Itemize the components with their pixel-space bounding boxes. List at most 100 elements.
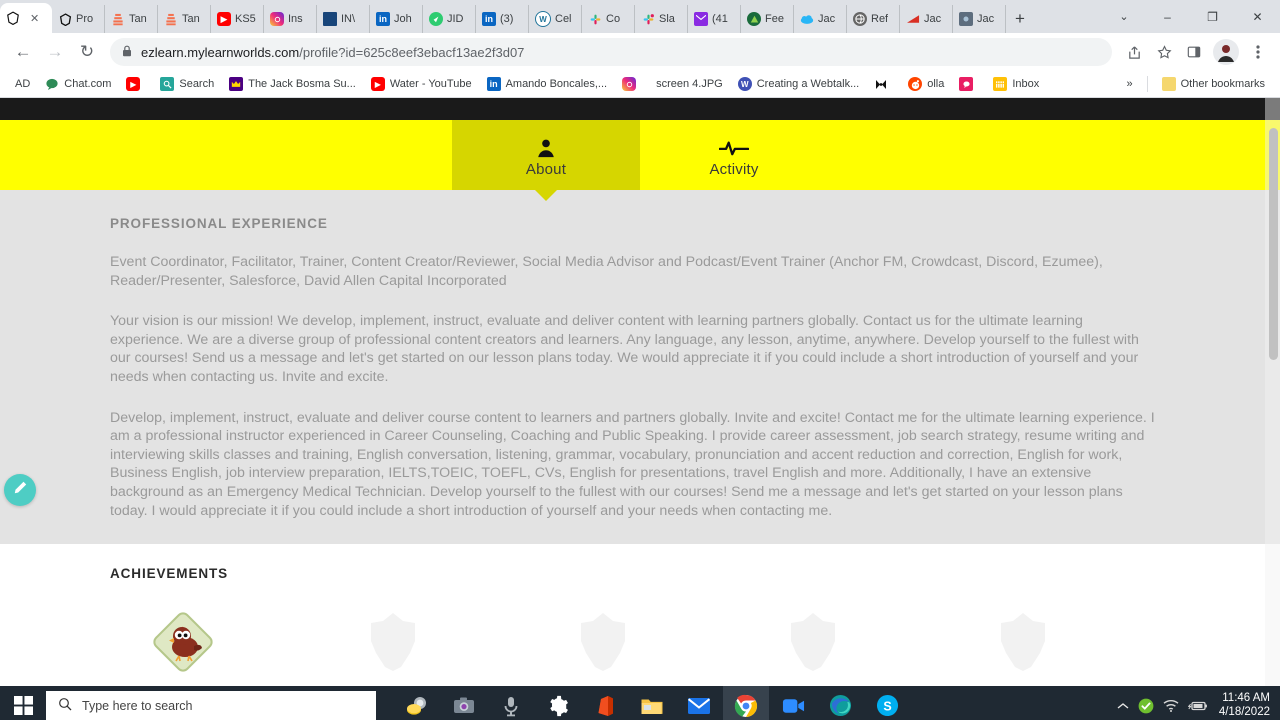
address-bar[interactable]: ezlearn.mylearnworlds.com/profile?id=625… — [110, 38, 1112, 66]
close-icon[interactable]: ✕ — [30, 12, 39, 25]
bookmark-message[interactable] — [953, 75, 984, 93]
browser-tab-1[interactable]: Pro — [52, 5, 105, 33]
bookmarks-overflow-button[interactable]: » — [1121, 76, 1139, 92]
profile-avatar-icon[interactable] — [1213, 39, 1239, 65]
file-explorer-icon[interactable] — [629, 686, 675, 720]
browser-tab-16[interactable]: Ref — [847, 5, 900, 33]
browser-tab-17[interactable]: Jac — [900, 5, 953, 33]
camera-icon[interactable] — [441, 686, 487, 720]
settings-gear-icon[interactable] — [535, 686, 581, 720]
wifi-icon[interactable] — [1163, 699, 1179, 712]
browser-tab-15[interactable]: Jac — [794, 5, 847, 33]
tab-title: Jac — [977, 13, 995, 25]
taskbar-clock[interactable]: 11:46 AM 4/18/2022 — [1219, 692, 1270, 719]
edge-icon[interactable] — [817, 686, 863, 720]
bookmark-bow[interactable] — [868, 75, 899, 93]
browser-tab-14[interactable]: Fee — [741, 5, 794, 33]
other-bookmarks-label: Other bookmarks — [1180, 78, 1265, 90]
browser-tab-6[interactable]: IN\ — [317, 5, 370, 33]
taskbar-search-input[interactable]: Type here to search — [46, 690, 376, 720]
three-dot-menu-icon[interactable] — [1244, 38, 1272, 66]
bookmark-inbox[interactable]: Inbox — [987, 75, 1045, 93]
skype-icon[interactable]: S — [864, 686, 910, 720]
bookmark-star-icon[interactable] — [1150, 38, 1178, 66]
bookmarks-bar: AD Chat.com ▶ Search The Jack Bosma Su..… — [0, 71, 1280, 98]
about-section: PROFESSIONAL EXPERIENCE Event Coordinato… — [0, 190, 1280, 545]
tab-title: Co — [606, 13, 621, 25]
bookmark-screen4[interactable]: screen 4.JPG — [650, 76, 729, 92]
lock-icon — [122, 45, 132, 60]
browser-tab-5[interactable]: Ins — [264, 5, 317, 33]
tab-title: Joh — [394, 13, 412, 25]
window-maximize-button[interactable]: ❐ — [1190, 0, 1235, 33]
slack-icon — [588, 12, 602, 26]
bookmark-instagram[interactable] — [616, 75, 647, 93]
browser-tab-4[interactable]: ▶ KS5 — [211, 5, 264, 33]
bookmark-webtalk[interactable]: W Creating a Webtalk... — [732, 75, 866, 93]
instagram-icon — [622, 77, 637, 91]
chevron-up-icon[interactable] — [1117, 702, 1129, 710]
about-paragraph-1: Event Coordinator, Facilitator, Trainer,… — [110, 254, 1103, 289]
reload-icon[interactable]: ↻ — [72, 37, 102, 67]
browser-tab-9[interactable]: in (3) — [476, 5, 529, 33]
browser-tab-7[interactable]: in Joh — [370, 5, 423, 33]
tab-title: Ins — [288, 13, 303, 25]
locked-badge-1 — [358, 607, 428, 677]
tab-activity[interactable]: Activity — [640, 120, 828, 190]
page-scrollbar[interactable] — [1265, 98, 1280, 686]
linkedin-icon: in — [482, 12, 496, 26]
browser-tab-active[interactable]: ✕ — [0, 3, 52, 33]
browser-tab-8[interactable]: JID — [423, 5, 476, 33]
chrome-icon[interactable] — [723, 686, 769, 720]
bookmark-amando-boncales[interactable]: in Amando Boncales,... — [481, 75, 614, 93]
bookmark-jack-bosma[interactable]: The Jack Bosma Su... — [223, 75, 362, 93]
locked-badge-2 — [568, 607, 638, 677]
tab-search-chevron-down-icon[interactable]: ⌄ — [1103, 0, 1145, 33]
bookmark-label: olla — [927, 78, 945, 90]
browser-tab-13[interactable]: (41 — [688, 5, 741, 33]
bookmark-chat[interactable]: Chat.com — [39, 75, 117, 93]
bookmark-label: Amando Boncales,... — [505, 78, 608, 90]
antivirus-shield-icon[interactable] — [1138, 698, 1154, 714]
office-icon[interactable] — [582, 686, 628, 720]
browser-tab-18[interactable]: Jac — [953, 5, 1006, 33]
back-icon[interactable]: ← — [8, 37, 38, 67]
bookmark-ad[interactable]: AD — [9, 76, 36, 92]
microphone-icon[interactable] — [488, 686, 534, 720]
forward-icon[interactable]: → — [40, 37, 70, 67]
window-close-button[interactable]: ✕ — [1235, 0, 1280, 33]
webtalk-icon: W — [737, 77, 752, 91]
tab-title: Pro — [76, 13, 94, 25]
other-bookmarks-button[interactable]: Other bookmarks — [1156, 75, 1271, 93]
browser-tab-2[interactable]: Tan — [105, 5, 158, 33]
early-bird-badge[interactable] — [148, 607, 218, 677]
bookmark-search[interactable]: Search — [154, 75, 220, 93]
toolbar-icons — [1120, 38, 1272, 66]
zoom-icon[interactable] — [770, 686, 816, 720]
page-top-black-bar — [0, 98, 1280, 120]
bookmark-water-youtube[interactable]: ▶ Water - YouTube — [365, 75, 478, 93]
new-tab-button[interactable]: + — [1006, 5, 1034, 33]
bookmark-olla[interactable]: olla — [902, 75, 950, 93]
about-paragraph-3: Develop, implement, instruct, evaluate a… — [110, 409, 1155, 519]
browser-tab-10[interactable]: W Cel — [529, 5, 582, 33]
tab-label: About — [525, 160, 567, 178]
window-minimize-button[interactable]: – — [1145, 0, 1190, 33]
windows-start-icon[interactable] — [0, 686, 46, 720]
money-disk-icon[interactable] — [394, 686, 440, 720]
edit-profile-button[interactable] — [4, 474, 36, 506]
linkedin-square-icon — [323, 12, 337, 26]
activity-pulse-icon — [719, 133, 749, 159]
side-panel-icon[interactable] — [1180, 38, 1208, 66]
browser-tab-3[interactable]: Tan — [158, 5, 211, 33]
mail-icon[interactable] — [676, 686, 722, 720]
share-icon[interactable] — [1120, 38, 1148, 66]
browser-tab-12[interactable]: Sla — [635, 5, 688, 33]
taskbar-app-buttons: S — [394, 686, 910, 720]
battery-icon[interactable] — [1187, 700, 1208, 712]
tab-title: Tan — [129, 13, 147, 25]
tab-about[interactable]: About — [452, 120, 640, 201]
scrollbar-thumb[interactable] — [1269, 128, 1278, 360]
bookmark-youtube-1[interactable]: ▶ — [120, 75, 151, 93]
browser-tab-11[interactable]: Co — [582, 5, 635, 33]
